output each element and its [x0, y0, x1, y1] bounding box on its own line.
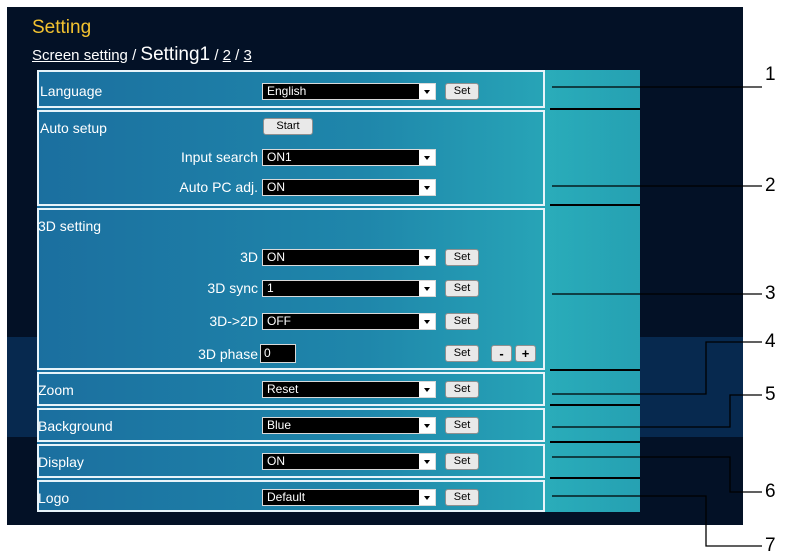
- callout-label: 1: [765, 64, 776, 85]
- callout-label: 6: [765, 481, 776, 502]
- callout-label: 5: [765, 384, 776, 405]
- callout-label: 3: [765, 283, 776, 304]
- callout-label: 4: [765, 331, 776, 352]
- callout-label: 2: [765, 175, 776, 196]
- callout-label: 7: [765, 535, 776, 556]
- callout-lines: [552, 86, 762, 547]
